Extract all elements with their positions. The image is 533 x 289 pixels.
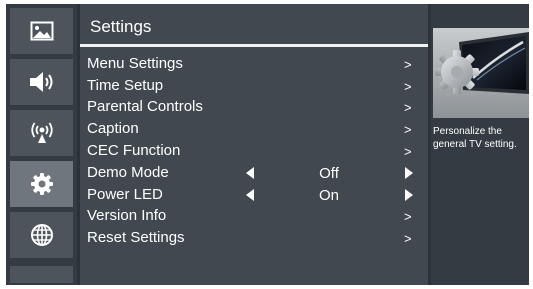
power-led-value: On: [318, 187, 339, 204]
chevron-right-icon: >: [404, 122, 412, 137]
menu-item-label: Version Info: [87, 207, 167, 224]
menu-item-label: Time Setup: [87, 77, 164, 94]
menu-item-label: Reset Settings: [87, 229, 185, 246]
tv-settings-illustration: [433, 28, 529, 118]
menu-item-label: Parental Controls: [87, 98, 203, 115]
sidebar-item-picture[interactable]: [10, 8, 73, 54]
menu-item-label: Menu Settings: [87, 55, 183, 72]
broadcast-icon: [30, 122, 53, 143]
info-description: Personalize the general TV setting.: [433, 126, 517, 150]
demo-mode-value: Off: [319, 165, 339, 182]
title-divider: [80, 44, 428, 47]
arrow-right-icon[interactable]: [405, 189, 413, 201]
sidebar-item-sound[interactable]: [10, 59, 73, 105]
sidebar-item-channel[interactable]: [10, 110, 73, 156]
menu-item-label: Demo Mode: [87, 164, 169, 181]
menu-item-demo-mode[interactable]: Demo Mode Off: [80, 162, 428, 183]
sidebar-item-network[interactable]: [10, 212, 73, 258]
arrow-left-icon[interactable]: [246, 189, 254, 201]
menu-item-parental-controls[interactable]: Parental Controls >: [80, 96, 428, 117]
chevron-right-icon: >: [404, 231, 412, 246]
chevron-right-icon: >: [404, 57, 412, 72]
menu-item-cec-function[interactable]: CEC Function >: [80, 140, 428, 161]
menu-item-version-info[interactable]: Version Info >: [80, 205, 428, 226]
menu-item-menu-settings[interactable]: Menu Settings >: [80, 53, 428, 74]
category-sidebar: [6, 4, 77, 285]
menu-item-label: CEC Function: [87, 142, 181, 159]
menu-item-label: Power LED: [87, 186, 163, 203]
sidebar-footer: [10, 266, 73, 283]
menu-item-caption[interactable]: Caption >: [80, 118, 428, 139]
arrow-right-icon[interactable]: [405, 167, 413, 179]
sound-icon: [29, 72, 52, 92]
menu-item-power-led[interactable]: Power LED On: [80, 184, 428, 205]
globe-icon: [30, 224, 53, 246]
settings-panel: Settings Menu Settings > Time Setup > Pa…: [80, 4, 428, 285]
arrow-left-icon[interactable]: [246, 167, 254, 179]
menu-item-label: Caption: [87, 120, 139, 137]
sidebar-item-settings[interactable]: [10, 161, 73, 207]
menu-item-time-setup[interactable]: Time Setup >: [80, 75, 428, 96]
picture-icon: [30, 21, 53, 41]
page-title: Settings: [90, 17, 152, 36]
chevron-right-icon: >: [404, 209, 412, 224]
gear-icon: [30, 173, 53, 195]
chevron-right-icon: >: [404, 79, 412, 94]
chevron-right-icon: >: [404, 144, 412, 159]
chevron-right-icon: >: [404, 100, 412, 115]
menu-item-reset-settings[interactable]: Reset Settings >: [80, 227, 428, 248]
info-panel: Personalize the general TV setting.: [431, 4, 529, 285]
